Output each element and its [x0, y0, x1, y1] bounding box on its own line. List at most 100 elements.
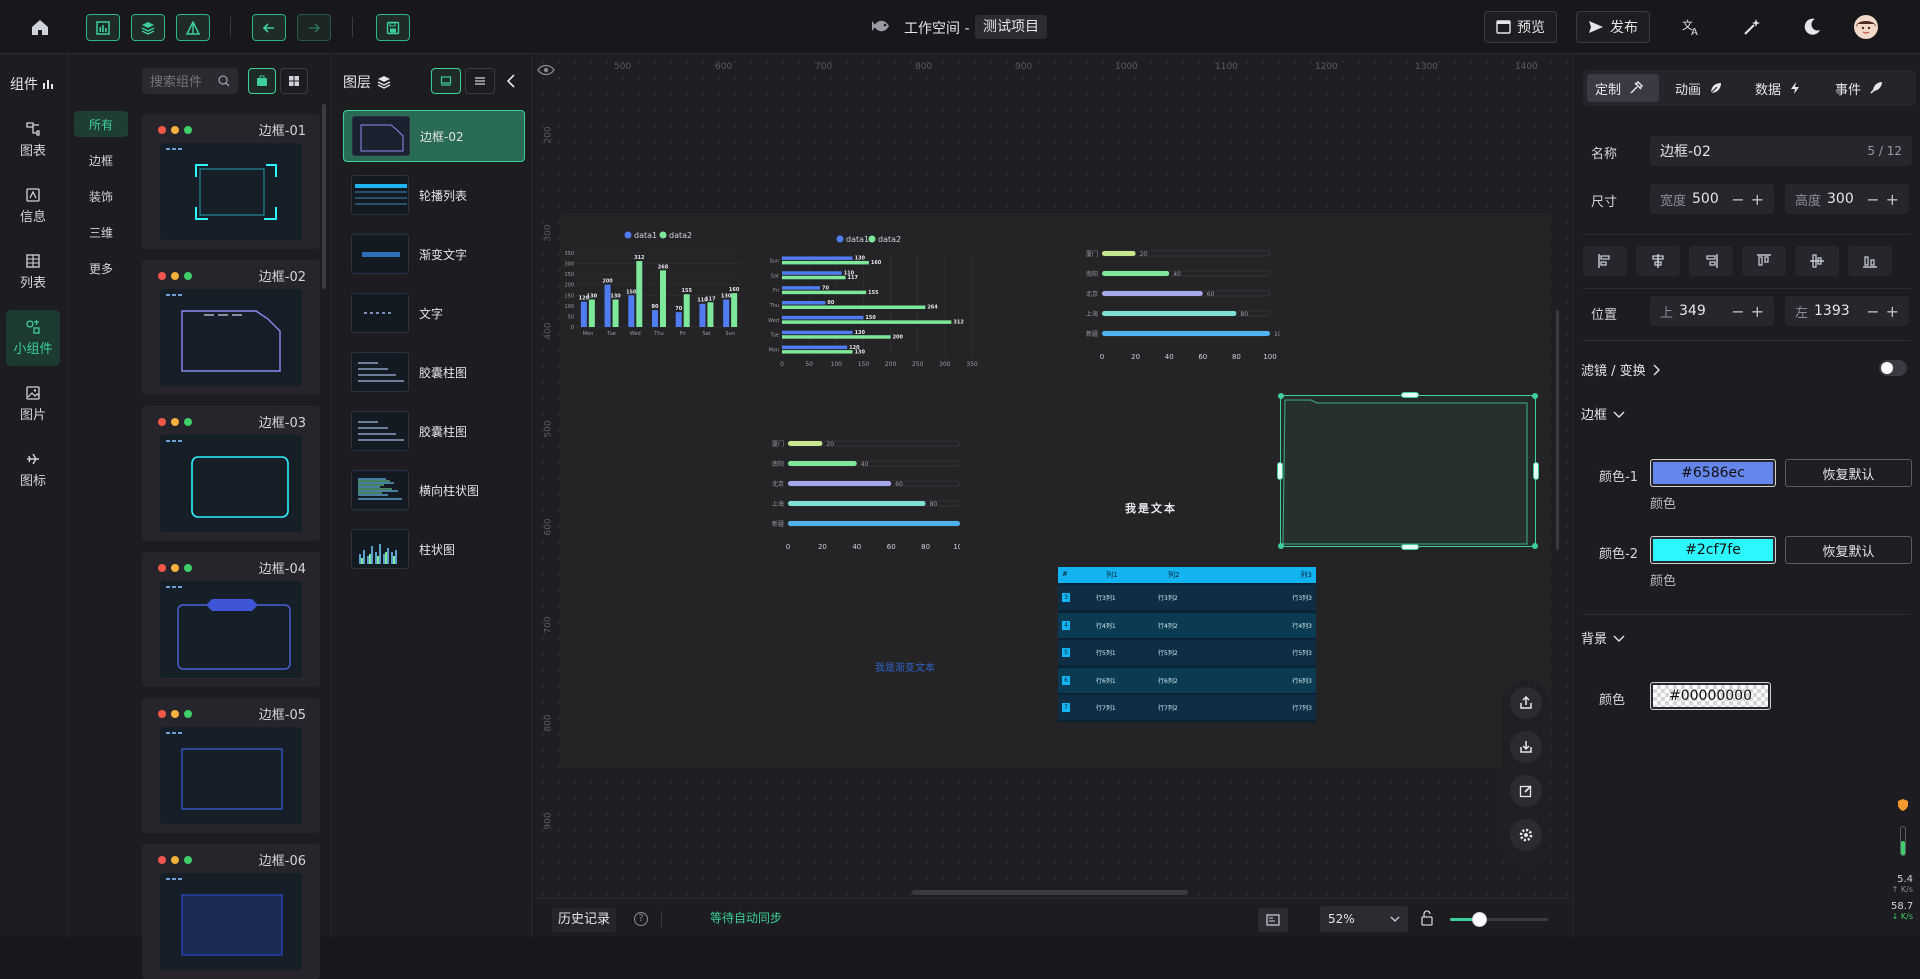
grid-view-button[interactable] [280, 68, 308, 94]
color2-reset-button[interactable]: 恢复默认 [1785, 536, 1912, 564]
dark-mode-icon[interactable] [1802, 17, 1822, 37]
nav-item-info[interactable]: 信息 [6, 178, 60, 234]
tab-custom[interactable]: 定制 [1587, 74, 1659, 102]
subnav-3d[interactable]: 三维 [74, 219, 128, 245]
text-widget[interactable]: 我是文本 [1125, 500, 1177, 516]
publish-button[interactable]: 发布 [1576, 11, 1650, 43]
name-input[interactable]: 边框-02 5 / 12 [1650, 136, 1912, 166]
capsule-bar-chart-bottom[interactable]: 厦门20南阳40北京60上海80新疆100020406080100 [740, 429, 960, 569]
component-card-border-05[interactable]: 边框-05 [142, 698, 320, 833]
layer-item[interactable]: 边框-02 [343, 110, 525, 162]
minimap-toggle[interactable] [1258, 908, 1288, 932]
horizontal-bar-chart[interactable]: data1 data2 0 50 100 150 200 250 300 350 Sun 130 160… [760, 233, 980, 383]
resize-handle[interactable] [1278, 393, 1284, 399]
scroll-table-widget[interactable]: # 列1 列2 列3 3 行3列1 行3列2 行3列3 4 行4列1 行4列2 行4列3 5 行5列1 行5… [1058, 567, 1316, 722]
canvas-vertical-scrollbar[interactable] [1556, 310, 1559, 550]
layer-item[interactable]: 胶囊柱图 [343, 405, 525, 457]
bg-color-picker[interactable]: #00000000 [1650, 682, 1771, 710]
save-button[interactable] [376, 14, 410, 41]
capsule-bar-chart-top[interactable]: 厦门 20 南阳 40 北京 60 上海 80 新疆 100 0 20 40 60 80 100 [1080, 241, 1280, 371]
height-input[interactable]: 高度 300 − + [1785, 184, 1909, 214]
edit-button[interactable] [1510, 775, 1542, 807]
list-scrollbar[interactable] [322, 104, 326, 289]
gradient-text-widget[interactable]: 我是渐变文本 [875, 659, 935, 674]
zoom-slider-handle[interactable] [1472, 912, 1488, 927]
decrement-button[interactable]: − [1866, 190, 1879, 209]
single-column-view-button[interactable] [248, 68, 276, 94]
component-search[interactable] [142, 68, 238, 94]
subnav-decoration[interactable]: 装饰 [74, 183, 128, 209]
increment-button[interactable]: + [1751, 190, 1764, 209]
background-section-header[interactable]: 背景 [1581, 628, 1625, 647]
filter-section-header[interactable]: 滤镜 / 变换 [1581, 360, 1660, 379]
left-position-input[interactable]: 左 1393 − + [1785, 296, 1909, 326]
width-input[interactable]: 宽度 500 − + [1650, 184, 1774, 214]
zoom-select[interactable]: 52% [1320, 906, 1408, 932]
align-center-horizontal-button[interactable] [1636, 246, 1680, 276]
tab-events[interactable]: 事件 [1827, 74, 1891, 102]
resize-handle[interactable] [1533, 462, 1539, 480]
redo-button[interactable] [297, 14, 331, 41]
increment-button[interactable]: + [1886, 302, 1899, 321]
align-middle-button[interactable] [1795, 246, 1839, 276]
color2-picker[interactable]: #2cf7fe [1650, 536, 1776, 564]
resize-handle[interactable] [1401, 544, 1419, 550]
details-toggle-button[interactable] [176, 14, 210, 41]
layer-item[interactable]: 文字 [343, 287, 525, 339]
canvas-horizontal-scrollbar[interactable] [912, 890, 1188, 895]
align-left-button[interactable] [1583, 246, 1627, 276]
preview-button[interactable]: 预览 [1484, 11, 1557, 43]
layer-item[interactable]: 横向柱状图 [343, 464, 525, 516]
resize-handle[interactable] [1278, 543, 1284, 549]
history-button[interactable]: 历史记录 [552, 908, 617, 932]
align-right-button[interactable] [1689, 246, 1733, 276]
lock-icon[interactable] [1421, 910, 1433, 926]
avatar[interactable] [1854, 15, 1878, 39]
resize-handle[interactable] [1277, 462, 1283, 480]
filter-toggle[interactable] [1879, 360, 1907, 376]
component-card-border-04[interactable]: 边框-04 [142, 552, 320, 687]
component-card-border-01[interactable]: 边框-01 [142, 114, 320, 249]
translate-icon[interactable]: 文A [1681, 17, 1701, 37]
layer-item[interactable]: 柱状图 [343, 523, 525, 575]
zoom-slider[interactable] [1450, 912, 1548, 927]
subnav-all[interactable]: 所有 [74, 111, 128, 137]
selected-border-widget[interactable] [1277, 392, 1539, 550]
color1-picker[interactable]: #6586ec [1650, 459, 1776, 487]
settings-button[interactable] [1510, 819, 1542, 851]
vertical-bar-chart[interactable]: data1 data2050100150200250300350120130Mon… [560, 213, 760, 363]
home-icon[interactable] [30, 17, 50, 37]
magic-wand-icon[interactable] [1742, 17, 1762, 37]
tab-data[interactable]: 数据 [1747, 74, 1809, 102]
collapse-layers-icon[interactable] [506, 74, 516, 88]
tab-animation[interactable]: 动画 [1667, 74, 1731, 102]
nav-item-list[interactable]: 列表 [6, 244, 60, 300]
nav-item-image[interactable]: 图片 [6, 376, 60, 432]
resize-handle[interactable] [1532, 393, 1538, 399]
layer-item[interactable]: 胶囊柱图 [343, 346, 525, 398]
align-bottom-button[interactable] [1848, 246, 1892, 276]
decrement-button[interactable]: − [1731, 190, 1744, 209]
resize-handle[interactable] [1532, 543, 1538, 549]
layers-toggle-button[interactable] [131, 14, 165, 41]
search-input[interactable] [150, 73, 212, 89]
layer-item[interactable]: 渐变文字 [343, 228, 525, 280]
nav-item-icon[interactable]: 图标 [6, 442, 60, 498]
project-name[interactable]: 测试项目 [975, 15, 1047, 39]
align-top-button[interactable] [1742, 246, 1786, 276]
subnav-border[interactable]: 边框 [74, 147, 128, 173]
subnav-more[interactable]: 更多 [74, 255, 128, 281]
undo-button[interactable] [252, 14, 286, 41]
resize-handle[interactable] [1401, 392, 1419, 398]
color1-reset-button[interactable]: 恢复默认 [1785, 459, 1912, 487]
chart-layer-button[interactable] [86, 14, 120, 41]
top-position-input[interactable]: 上 349 − + [1650, 296, 1774, 326]
nav-item-chart[interactable]: 图表 [6, 112, 60, 168]
design-screen[interactable]: data1 data2 0 50 100 150 200 250 300 350 120 130 Mon… [560, 213, 1551, 768]
component-card-border-03[interactable]: 边框-03 [142, 406, 320, 541]
component-card-border-02[interactable]: 边框-02 [142, 260, 320, 395]
layer-list-view-button[interactable] [465, 68, 495, 94]
border-section-header[interactable]: 边框 [1581, 404, 1625, 423]
layer-item[interactable]: 轮播列表 [343, 169, 525, 221]
decrement-button[interactable]: − [1866, 302, 1879, 321]
